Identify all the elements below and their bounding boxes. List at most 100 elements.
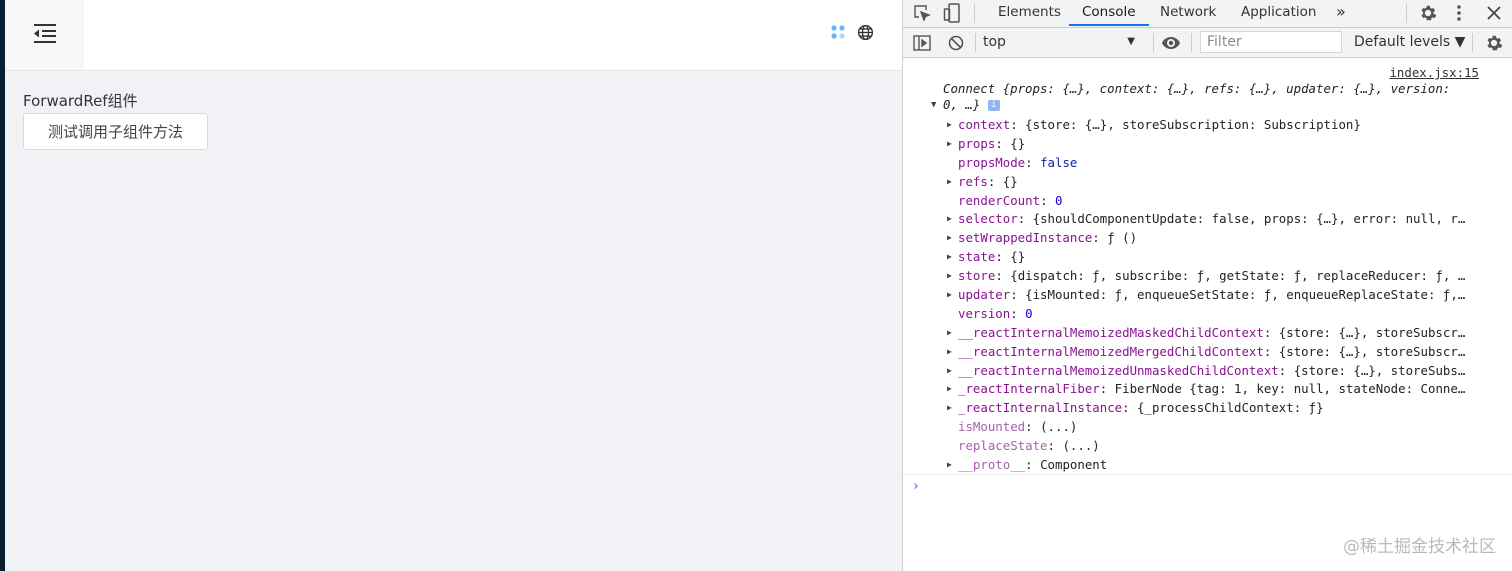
expand-arrow-icon[interactable]: ▶: [947, 248, 957, 267]
expand-arrow-icon[interactable]: ▶: [947, 267, 957, 286]
property-colon: :: [995, 135, 1011, 151]
property-value: {}: [1010, 249, 1026, 265]
object-header[interactable]: ▼ Connect {props: {…}, context: {…}, ref…: [931, 81, 1483, 113]
test-call-child-method-button[interactable]: 测试调用子组件方法: [23, 113, 208, 150]
console-output: index.jsx:15 ▼ Connect {props: {…}, cont…: [903, 58, 1512, 571]
property-row[interactable]: ▶ state: {}: [947, 248, 1507, 267]
expand-arrow-icon[interactable]: ▶: [947, 324, 957, 343]
property-key: props: [958, 135, 996, 151]
property-key: __reactInternalMemoizedMaskedChildContex…: [958, 324, 1264, 340]
device-toolbar-icon[interactable]: [941, 2, 963, 24]
property-key: propsMode: [958, 154, 1026, 170]
close-icon[interactable]: [1483, 2, 1505, 24]
property-row[interactable]: ▶ props: {}: [947, 135, 1507, 154]
expand-arrow-icon[interactable]: ▼: [931, 97, 936, 113]
property-colon: :: [1010, 305, 1026, 321]
app-viewport: ForwardRef组件 测试调用子组件方法: [0, 0, 902, 571]
tab-console[interactable]: Console: [1069, 0, 1149, 26]
property-row[interactable]: ▶ _reactInternalFiber: FiberNode {tag: 1,…: [947, 380, 1507, 399]
console-settings-icon[interactable]: [1483, 32, 1505, 54]
property-row[interactable]: ▶ updater: {isMounted: ƒ, enqueueSetState…: [947, 286, 1507, 305]
property-colon: :: [1040, 192, 1055, 208]
property-value: {dispatch: ƒ, subscribe: ƒ, getState: ƒ,…: [1010, 268, 1466, 284]
property-row[interactable]: ▶ context: {store: {…}, storeSubscription…: [947, 116, 1507, 135]
property-colon: :: [987, 173, 1003, 189]
prompt-caret-icon: ›: [912, 479, 920, 494]
context-select[interactable]: top ▼: [983, 31, 1143, 53]
property-row[interactable]: ▶ __proto__: Component: [947, 456, 1507, 475]
property-key: setWrappedInstance: [958, 230, 1093, 246]
apps-icon[interactable]: [829, 22, 847, 42]
expand-arrow-icon[interactable]: ▶: [947, 173, 957, 192]
property-value: {}: [1010, 135, 1026, 151]
property-key: state: [958, 249, 996, 265]
property-row[interactable]: ▶ selector: {shouldComponentUpdate: false…: [947, 210, 1507, 229]
toolbar-separator: [1153, 33, 1154, 52]
property-row: version: 0: [947, 305, 1507, 324]
property-row[interactable]: ▶ refs: {}: [947, 173, 1507, 192]
expand-arrow-icon[interactable]: ▶: [947, 116, 957, 135]
property-value: (...): [1062, 438, 1100, 454]
expand-arrow-icon[interactable]: ▶: [947, 362, 957, 381]
property-row: propsMode: false: [947, 154, 1507, 173]
property-colon: :: [1010, 117, 1026, 132]
property-value: ƒ (): [1107, 230, 1138, 246]
component-title: ForwardRef组件: [23, 92, 138, 110]
property-colon: :: [1278, 362, 1294, 378]
filter-input[interactable]: [1200, 31, 1342, 53]
console-toolbar: top ▼ Default levels ▼: [903, 28, 1512, 58]
expand-arrow-icon[interactable]: ▶: [947, 343, 957, 362]
property-key: __reactInternalMemoizedUnmaskedChildCont…: [958, 362, 1279, 378]
log-levels-select[interactable]: Default levels ▼: [1354, 31, 1465, 53]
property-row[interactable]: ▶ __reactInternalMemoizedMergedChildConte…: [947, 343, 1507, 362]
clear-console-icon[interactable]: [945, 32, 967, 54]
property-row[interactable]: ▶ setWrappedInstance: ƒ (): [947, 229, 1507, 248]
property-row: isMounted: (...): [947, 418, 1507, 437]
toolbar-separator: [1472, 33, 1473, 52]
expand-arrow-icon[interactable]: ▶: [947, 286, 957, 305]
property-key: refs: [958, 173, 988, 189]
property-colon: :: [1263, 324, 1279, 340]
property-list: ▶ context: {store: {…}, storeSubscription…: [947, 116, 1507, 475]
settings-icon[interactable]: [1417, 2, 1439, 24]
info-icon[interactable]: i: [987, 100, 1000, 111]
property-row[interactable]: ▶ _reactInternalInstance: {_processChildC…: [947, 399, 1507, 418]
property-key: context: [958, 117, 1011, 132]
source-link[interactable]: index.jsx:15: [1389, 65, 1479, 80]
console-prompt[interactable]: ›: [903, 474, 1512, 495]
property-colon: :: [1025, 154, 1041, 170]
property-colon: :: [1092, 230, 1108, 246]
inspect-element-icon[interactable]: [911, 2, 933, 24]
property-value: {}: [1002, 173, 1018, 189]
property-key: store: [958, 268, 996, 284]
expand-arrow-icon[interactable]: ▶: [947, 229, 957, 248]
expand-arrow-icon[interactable]: ▶: [947, 135, 957, 154]
property-row[interactable]: ▶ store: {dispatch: ƒ, subscribe: ƒ, getS…: [947, 267, 1507, 286]
sidebar-toggle-icon[interactable]: [911, 32, 933, 54]
page-content: ForwardRef组件 测试调用子组件方法: [23, 90, 208, 150]
property-row: renderCount: 0: [947, 192, 1507, 211]
property-value: (...): [1040, 419, 1078, 435]
property-key: replaceState: [958, 438, 1048, 454]
property-value: {shouldComponentUpdate: false, props: {……: [1032, 211, 1466, 227]
tab-network[interactable]: Network: [1147, 0, 1229, 26]
menu-fold-icon: [33, 22, 57, 48]
expand-arrow-icon[interactable]: ▶: [947, 456, 957, 475]
property-colon: :: [1263, 343, 1279, 359]
property-row[interactable]: ▶ __reactInternalMemoizedMaskedChildConte…: [947, 324, 1507, 343]
tab-application[interactable]: Application: [1228, 0, 1329, 26]
tab-elements[interactable]: Elements: [985, 0, 1074, 26]
menu-fold-button[interactable]: [5, 0, 84, 70]
property-colon: :: [1025, 457, 1041, 473]
property-colon: :: [1010, 287, 1026, 303]
expand-arrow-icon[interactable]: ▶: [947, 380, 957, 399]
eye-icon[interactable]: [1159, 32, 1183, 54]
globe-icon[interactable]: [856, 22, 874, 42]
property-row[interactable]: ▶ __reactInternalMemoizedUnmaskedChildCon…: [947, 362, 1507, 381]
property-key: renderCount: [958, 192, 1041, 208]
devtools-panel: Elements Console Network Application » t…: [902, 0, 1512, 571]
expand-arrow-icon[interactable]: ▶: [947, 399, 957, 418]
more-tabs-button[interactable]: »: [1323, 0, 1359, 26]
more-vert-icon[interactable]: [1450, 2, 1468, 24]
expand-arrow-icon[interactable]: ▶: [947, 210, 957, 229]
